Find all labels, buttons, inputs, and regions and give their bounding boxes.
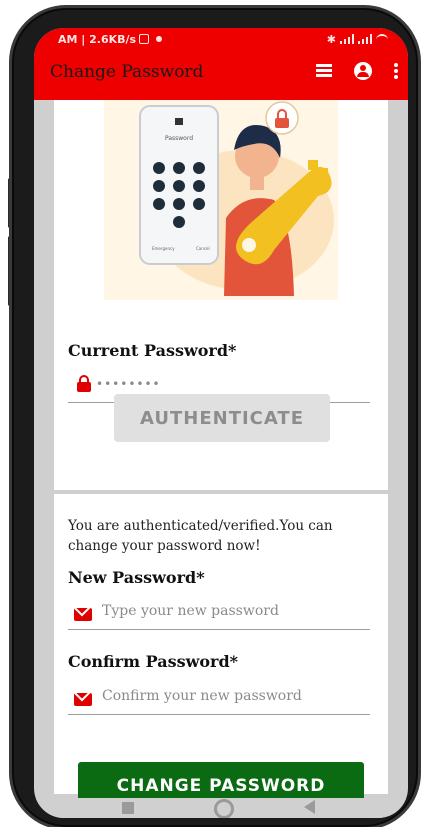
wifi-icon bbox=[376, 34, 388, 44]
app-bar: AM | 2.6KB/s ✱ Change Password bbox=[34, 28, 408, 100]
home-icon[interactable] bbox=[214, 799, 234, 818]
current-password-label: Current Password* bbox=[68, 341, 237, 360]
current-password-input[interactable]: •••••••• bbox=[96, 377, 161, 391]
status-bar: AM | 2.6KB/s ✱ bbox=[58, 32, 388, 46]
recents-icon[interactable] bbox=[122, 802, 134, 814]
confirm-password-underline bbox=[68, 714, 370, 715]
bluetooth-icon: ✱ bbox=[326, 32, 336, 46]
more-vert-icon[interactable] bbox=[394, 63, 398, 79]
mail-icon bbox=[74, 693, 92, 706]
pin-cancel-label: Cancel bbox=[196, 246, 210, 251]
signal-icon-2 bbox=[358, 34, 372, 44]
auth-success-message: You are authenticated/verified.You can c… bbox=[68, 518, 333, 554]
status-time-speed: AM | 2.6KB/s bbox=[58, 32, 137, 46]
dot-icon bbox=[156, 36, 163, 42]
password-illustration: Password Emergency Cancel bbox=[104, 100, 338, 300]
pin-screen-label: Password bbox=[165, 135, 193, 142]
pin-emergency-label: Emergency bbox=[152, 246, 175, 251]
app-bar-actions bbox=[316, 62, 398, 80]
back-icon[interactable] bbox=[304, 800, 315, 814]
authenticate-card: Password Emergency Cancel Current Passwo… bbox=[54, 100, 388, 490]
confirm-password-label: Confirm Password* bbox=[68, 652, 239, 671]
system-nav-bar bbox=[34, 798, 408, 818]
authenticate-button[interactable]: AUTHENTICATE bbox=[114, 394, 330, 442]
page-title: Change Password bbox=[50, 62, 204, 82]
new-password-underline bbox=[68, 629, 370, 630]
confirm-password-input[interactable] bbox=[100, 687, 364, 705]
mail-icon bbox=[74, 608, 92, 621]
change-password-card: You are authenticated/verified.You can c… bbox=[54, 494, 388, 810]
account-icon[interactable] bbox=[354, 62, 372, 80]
signal-icon bbox=[340, 34, 354, 44]
new-password-input[interactable] bbox=[100, 602, 364, 620]
phone-screen: AM | 2.6KB/s ✱ Change Password Password … bbox=[34, 28, 408, 818]
new-password-label: New Password* bbox=[68, 568, 205, 587]
list-icon[interactable] bbox=[316, 64, 332, 78]
notification-icon bbox=[139, 34, 150, 44]
lock-icon bbox=[77, 375, 91, 392]
